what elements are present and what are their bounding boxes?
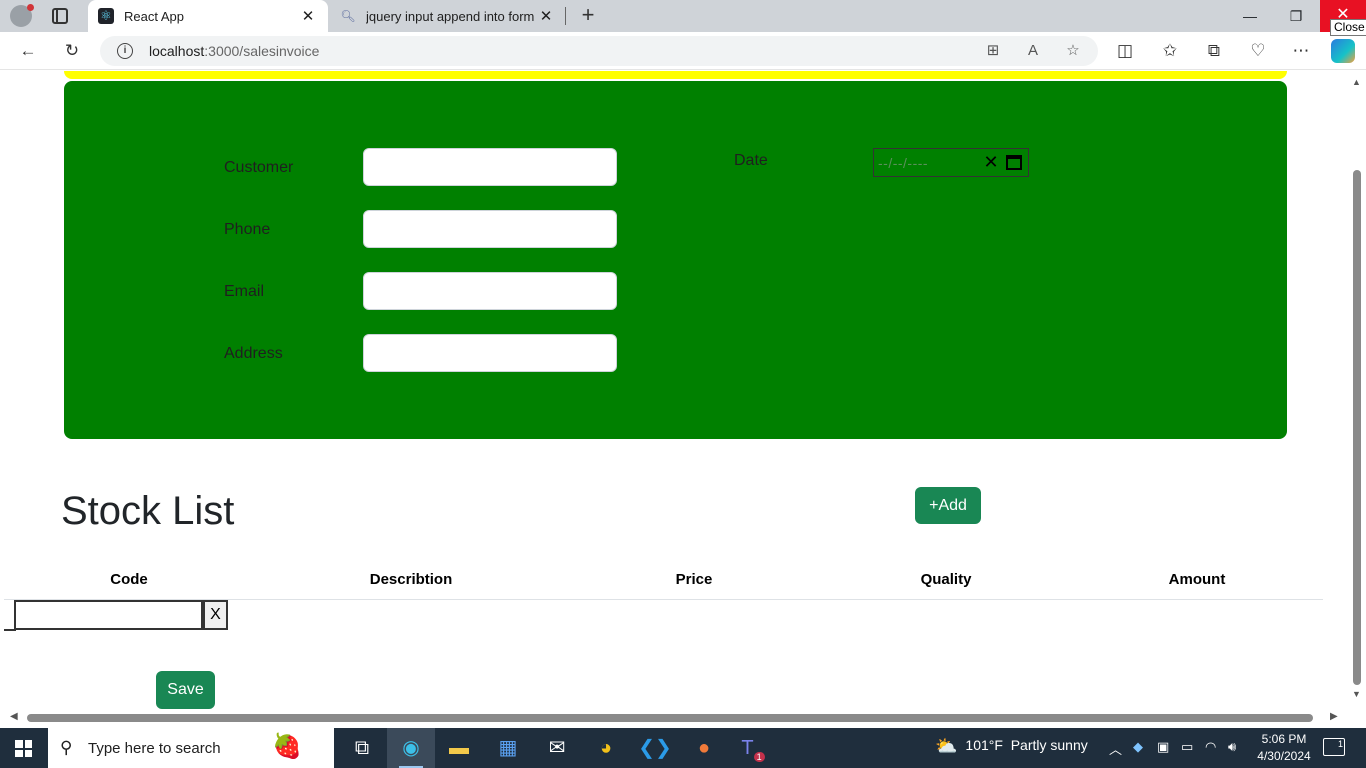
teams-badge: 1 xyxy=(753,752,765,762)
battery-icon[interactable]: ▭ xyxy=(1181,739,1193,755)
date-input[interactable]: --/--/---- ✕ xyxy=(873,148,1029,177)
clock-date: 4/30/2024 xyxy=(1257,749,1311,763)
profile-avatar[interactable] xyxy=(10,4,34,27)
add-row-button[interactable]: +Add xyxy=(915,487,981,524)
tab-title: React App xyxy=(124,8,184,24)
scroll-right-arrow-icon[interactable]: ▶ xyxy=(1330,711,1338,722)
clear-date-icon[interactable]: ✕ xyxy=(978,152,1004,173)
new-tab-plus-icon[interactable]: + xyxy=(576,3,600,27)
notification-count: 1 xyxy=(1337,739,1343,749)
customer-form-panel: Customer Phone Email Address Date --/--/… xyxy=(64,81,1287,439)
date-placeholder: --/--/---- xyxy=(878,154,929,171)
date-label: Date xyxy=(734,152,768,169)
page-viewport: Customer Phone Email Address Date --/--/… xyxy=(0,71,1348,709)
file-explorer-icon[interactable]: ▬ xyxy=(435,728,483,768)
customer-label: Customer xyxy=(224,159,294,176)
address-bar[interactable]: i localhost:3000/salesinvoice ⊞ A ☆ xyxy=(100,36,1098,66)
horizontal-scrollbar[interactable]: ◀ ▶ xyxy=(0,709,1348,728)
refresh-icon[interactable]: ↻ xyxy=(60,39,84,63)
more-menu-icon[interactable]: ⋯ xyxy=(1289,39,1313,63)
clock-time: 5:06 PM xyxy=(1261,732,1307,746)
remove-row-button[interactable]: X xyxy=(203,600,228,630)
url-path: :3000/salesinvoice xyxy=(204,43,320,59)
url-host: localhost xyxy=(149,43,205,59)
scroll-left-arrow-icon[interactable]: ◀ xyxy=(10,711,18,722)
email-input[interactable] xyxy=(363,272,617,310)
favorite-star-icon[interactable]: ☆ xyxy=(1061,39,1085,63)
stock-table-header: Code Describtion Price Quality Amount xyxy=(4,559,1323,600)
taskbar-search-box[interactable]: ⚲ Type here to search 🍓 xyxy=(48,728,334,768)
collections-icon[interactable]: ⧉ xyxy=(1202,39,1226,63)
wifi-icon[interactable]: ◠ xyxy=(1205,739,1216,755)
vertical-scroll-thumb[interactable] xyxy=(1353,170,1361,685)
yellow-header-strip xyxy=(64,71,1287,79)
weather-temperature: 101°F xyxy=(965,737,1003,753)
search-icon: ⚲ xyxy=(60,738,73,757)
task-view-icon[interactable]: ⧉ xyxy=(338,728,386,768)
minimize-icon[interactable]: — xyxy=(1236,4,1264,28)
save-button[interactable]: Save xyxy=(156,671,215,709)
tab-title: jquery input append into form - S xyxy=(366,8,534,24)
code-input[interactable] xyxy=(14,600,203,630)
back-arrow-icon[interactable]: ← xyxy=(16,39,40,63)
vscode-icon[interactable]: ❮❯ xyxy=(631,728,679,768)
address-input[interactable] xyxy=(363,334,617,372)
column-header-amount: Amount xyxy=(1168,571,1226,588)
split-screen-icon[interactable]: ◫ xyxy=(1113,39,1137,63)
customer-input[interactable] xyxy=(363,148,617,186)
chrome-icon[interactable]: ◕ xyxy=(582,728,630,768)
edge-browser-icon[interactable]: ◉ xyxy=(387,728,435,768)
meet-now-icon[interactable]: ▣ xyxy=(1157,739,1169,755)
column-header-price: Price xyxy=(675,571,713,588)
tab-jquery-search[interactable]: 🔍︎ jquery input append into form - S ✕ xyxy=(330,0,566,32)
scroll-down-arrow-icon[interactable]: ▼ xyxy=(1352,689,1361,699)
stock-list-heading: Stock List xyxy=(61,489,235,533)
tab-bar: ⚛ React App ✕ 🔍︎ jquery input append int… xyxy=(0,0,1366,32)
phone-input[interactable] xyxy=(363,210,617,248)
windows-start-icon[interactable] xyxy=(15,740,32,757)
column-header-code: Code xyxy=(110,571,148,588)
column-header-quality: Quality xyxy=(920,571,972,588)
onedrive-icon[interactable]: ◆ xyxy=(1133,739,1143,755)
restore-icon[interactable]: ❐ xyxy=(1282,4,1310,28)
taskbar-search-placeholder: Type here to search xyxy=(88,740,221,757)
system-clock[interactable]: 5:06 PM 4/30/2024 xyxy=(1255,731,1313,765)
teams-icon[interactable]: T1 xyxy=(729,728,777,768)
favorites-icon[interactable]: ✩ xyxy=(1158,39,1182,63)
phone-label: Phone xyxy=(224,221,271,238)
navigation-bar: ← ↻ i localhost:3000/salesinvoice ⊞ A ☆ … xyxy=(0,32,1366,70)
close-tooltip: Close xyxy=(1330,19,1366,36)
close-tab-icon[interactable]: ✕ xyxy=(296,7,320,25)
horizontal-scroll-thumb[interactable] xyxy=(27,714,1313,722)
partly-sunny-icon: ⛅ xyxy=(935,736,958,756)
postman-icon[interactable]: ● xyxy=(680,728,728,768)
close-tab-icon[interactable]: ✕ xyxy=(534,7,558,25)
react-icon: ⚛ xyxy=(98,8,114,24)
email-label: Email xyxy=(224,283,265,300)
weather-widget[interactable]: ⛅ 101°F Partly sunny xyxy=(935,736,1088,757)
microsoft-store-icon[interactable]: ▦ xyxy=(484,728,532,768)
scroll-up-arrow-icon[interactable]: ▲ xyxy=(1352,77,1361,87)
search-icon: 🔍︎ xyxy=(340,9,356,23)
calendar-icon[interactable] xyxy=(1006,155,1022,170)
copilot-icon[interactable] xyxy=(1331,39,1355,63)
app-available-icon[interactable]: ⊞ xyxy=(981,39,1005,63)
show-hidden-icons-chevron-icon[interactable]: ︿ xyxy=(1109,739,1122,758)
column-header-description: Describtion xyxy=(369,571,453,588)
browser-essentials-icon[interactable]: ♡ xyxy=(1246,39,1270,63)
strawberry-icon: 🍓 xyxy=(272,733,302,760)
notification-center-icon[interactable]: 1 xyxy=(1323,738,1345,756)
tab-actions-icon[interactable] xyxy=(52,8,68,24)
address-label: Address xyxy=(224,345,283,362)
weather-condition: Partly sunny xyxy=(1010,737,1088,753)
tab-react-app[interactable]: ⚛ React App ✕ xyxy=(88,0,328,32)
windows-taskbar: ⚲ Type here to search 🍓 ⧉ ◉ ▬ ▦ ✉ ◕ ❮❯ ●… xyxy=(0,728,1366,768)
mail-icon[interactable]: ✉ xyxy=(533,728,581,768)
volume-icon[interactable]: 🔊︎ xyxy=(1228,739,1236,755)
url-text[interactable]: localhost:3000/salesinvoice xyxy=(149,43,319,59)
vertical-scrollbar[interactable]: ▲ ▼ xyxy=(1348,71,1366,709)
site-info-icon[interactable]: i xyxy=(117,43,133,59)
read-aloud-icon[interactable]: A xyxy=(1021,39,1045,63)
tab-separator xyxy=(565,7,566,25)
